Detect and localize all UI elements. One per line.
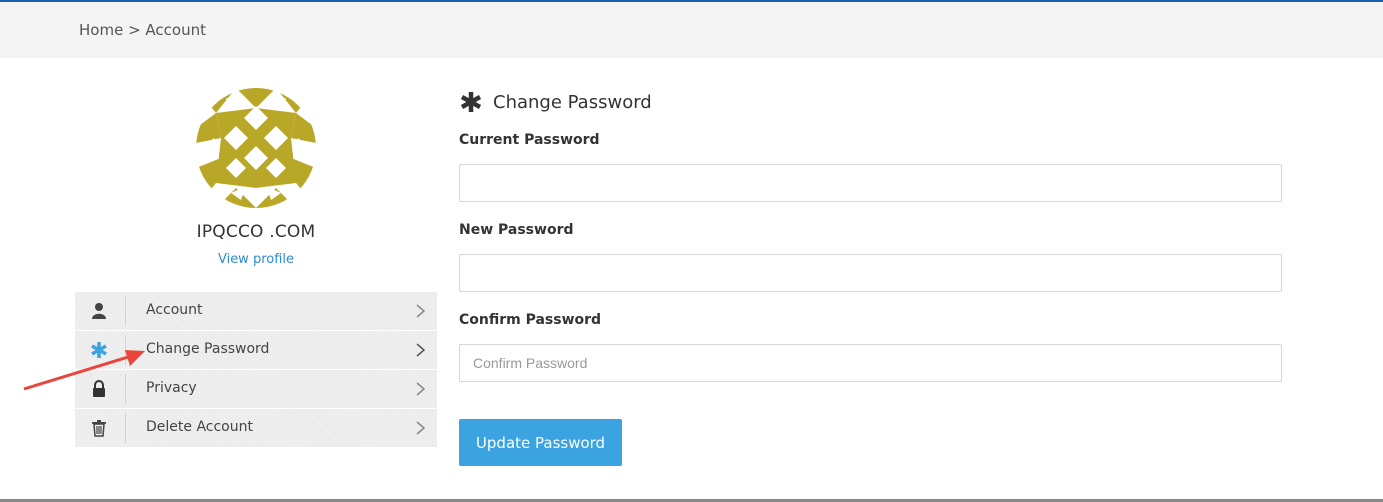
new-password-label: New Password <box>459 222 574 238</box>
section-title: Change Password <box>459 90 652 114</box>
menu-item-delete-account[interactable]: Delete Account <box>75 409 437 447</box>
chevron-right-icon <box>416 421 425 435</box>
confirm-password-input[interactable] <box>459 344 1282 382</box>
trash-icon <box>87 418 111 438</box>
chevron-right-icon <box>416 343 425 357</box>
confirm-password-label: Confirm Password <box>459 312 602 328</box>
section-title-text: Change Password <box>493 91 652 113</box>
menu-divider <box>125 413 126 443</box>
chevron-right-icon <box>416 382 425 396</box>
update-password-button[interactable]: Update Password <box>459 419 622 466</box>
new-password-input[interactable] <box>459 254 1282 292</box>
profile-avatar <box>196 88 316 208</box>
menu-item-label: Delete Account <box>146 419 253 435</box>
current-password-label: Current Password <box>459 132 600 148</box>
current-password-input[interactable] <box>459 164 1282 202</box>
chevron-right-icon <box>416 304 425 318</box>
annotation-arrow <box>23 350 145 391</box>
asterisk-icon <box>460 92 482 112</box>
breadcrumb-bar: Home > Account <box>0 2 1383 58</box>
